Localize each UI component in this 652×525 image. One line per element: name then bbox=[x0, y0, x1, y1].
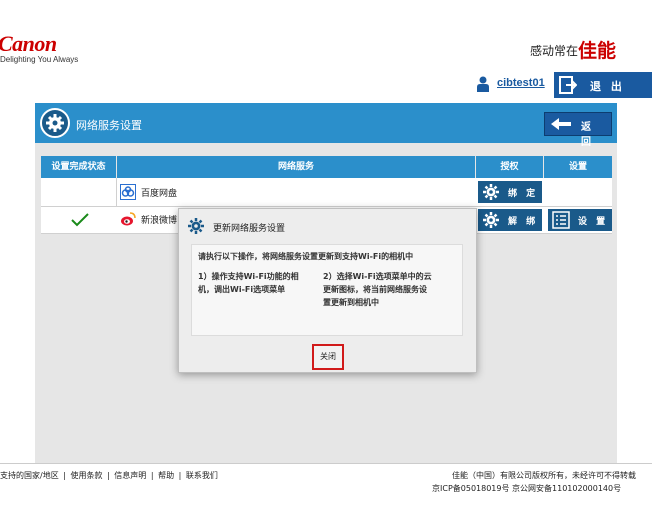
footer-separator: | bbox=[63, 471, 66, 480]
list-icon bbox=[552, 211, 570, 229]
column-header-service: 网络服务 bbox=[117, 156, 475, 178]
unbind-button[interactable]: 解 绑 bbox=[478, 209, 542, 231]
back-arrow-icon bbox=[551, 118, 571, 130]
update-settings-dialog: 更新网络服务设置 请执行以下操作，将网络服务设置更新到支持Wi-Fi的相机中 1… bbox=[178, 208, 477, 373]
step-one: 1）操作支持Wi-Fi功能的相 机，调出Wi-Fi选项菜单 bbox=[198, 270, 323, 296]
dialog-body: 请执行以下操作，将网络服务设置更新到支持Wi-Fi的相机中 1）操作支持Wi-F… bbox=[191, 244, 463, 336]
canon-logo: Canon bbox=[0, 31, 57, 56]
unbind-label: 解 绑 bbox=[508, 217, 539, 227]
column-header-settings: 设置 bbox=[544, 156, 612, 178]
page-title: 网络服务设置 bbox=[76, 119, 142, 132]
gear-icon bbox=[188, 218, 204, 234]
gear-icon bbox=[483, 184, 499, 200]
footer-link-help[interactable]: 帮助 bbox=[158, 471, 174, 480]
slogan-text: 感动常在 bbox=[530, 44, 579, 58]
footer-link-contact[interactable]: 联系我们 bbox=[186, 471, 218, 480]
step-two-line: 2）选择Wi-Fi选项菜单中的云 bbox=[323, 272, 432, 281]
footer-separator: | bbox=[107, 471, 110, 480]
service-name-baidu: 百度网盘 bbox=[141, 189, 178, 199]
footer-links: 支持的国家/地区 | 使用条款 | 信息声明 | 帮助 | 联系我们 bbox=[0, 470, 220, 481]
back-button[interactable]: 返 回 bbox=[544, 112, 612, 148]
weibo-icon bbox=[121, 212, 136, 226]
footer-link-statement[interactable]: 信息声明 bbox=[114, 471, 146, 480]
service-settings-button[interactable]: 设 置 bbox=[548, 209, 612, 231]
checkmark-icon bbox=[71, 213, 89, 227]
username-link[interactable]: cibtest01 bbox=[497, 77, 545, 89]
bind-button[interactable]: 绑 定 bbox=[478, 181, 542, 203]
icp-license-text: 京ICP备05018019号 京公网安备110102000140号 bbox=[432, 484, 622, 493]
column-header-auth: 授权 bbox=[476, 156, 543, 178]
dialog-title: 更新网络服务设置 bbox=[213, 224, 286, 234]
canon-tagline: Delighting You Always bbox=[0, 55, 79, 64]
column-header-status: 设置完成状态 bbox=[41, 156, 116, 178]
close-button[interactable]: 关闭 bbox=[312, 344, 344, 370]
settings-gear-icon bbox=[40, 108, 70, 138]
user-icon bbox=[477, 76, 489, 92]
logout-label: 退 出 bbox=[590, 80, 625, 93]
step-one-line: 机，调出Wi-Fi选项菜单 bbox=[198, 285, 286, 294]
gear-icon bbox=[483, 212, 499, 228]
logout-icon bbox=[559, 76, 577, 94]
logout-button[interactable]: 退 出 bbox=[554, 72, 652, 98]
footer-link-terms[interactable]: 使用条款 bbox=[71, 471, 103, 480]
step-two: 2）选择Wi-Fi选项菜单中的云 更新图标，将当前网络服务设 置更新到相机中 bbox=[323, 270, 458, 309]
settings-label: 设 置 bbox=[578, 217, 609, 227]
footer-separator: | bbox=[178, 471, 182, 480]
service-name-weibo: 新浪微博 bbox=[141, 216, 178, 226]
step-two-line: 置更新到相机中 bbox=[323, 298, 379, 307]
step-one-line: 1）操作支持Wi-Fi功能的相 bbox=[198, 272, 299, 281]
footer-link-regions[interactable]: 支持的国家/地区 bbox=[0, 471, 59, 480]
footer-divider bbox=[0, 463, 652, 464]
bind-label: 绑 定 bbox=[508, 189, 539, 199]
back-label: 返 回 bbox=[581, 122, 594, 148]
dialog-instruction: 请执行以下操作，将网络服务设置更新到支持Wi-Fi的相机中 bbox=[198, 252, 414, 261]
footer-separator: | bbox=[150, 471, 154, 480]
slogan-brand: 佳能 bbox=[578, 41, 617, 62]
baidu-cloud-icon bbox=[120, 184, 136, 200]
step-two-line: 更新图标，将当前网络服务设 bbox=[323, 285, 427, 294]
copyright-text: 佳能（中国）有限公司版权所有，未经许可不得转载 bbox=[452, 471, 636, 480]
